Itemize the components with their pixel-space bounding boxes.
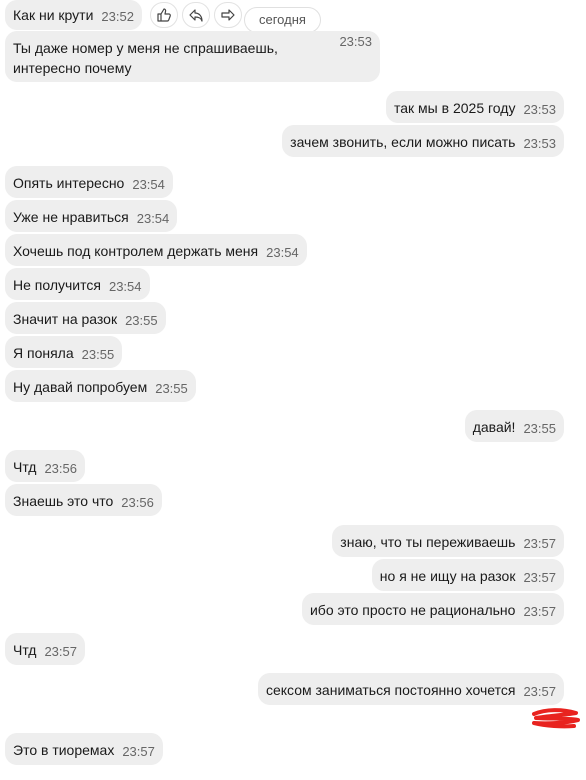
date-separator: сегодня <box>244 7 321 33</box>
reply-icon <box>189 9 203 22</box>
message-incoming[interactable]: Хочешь под контролем держать меня 23:54 <box>5 234 307 266</box>
message-time: 23:56 <box>121 495 154 510</box>
message-time: 23:54 <box>108 279 142 294</box>
message-incoming[interactable]: Ты даже номер у меня не спрашиваешь, инт… <box>5 31 380 82</box>
message-actions <box>150 2 242 28</box>
message-incoming[interactable]: Чтд 23:56 <box>5 450 85 482</box>
message-text: Я поняла <box>13 345 74 361</box>
message-incoming[interactable]: Ну давай попробуем 23:55 <box>5 370 196 402</box>
message-text: знаю, что ты переживаешь <box>340 534 516 550</box>
message-text: зачем звонить, если можно писать <box>290 134 516 150</box>
message-incoming[interactable]: Чтд 23:57 <box>5 633 85 665</box>
message-text: Ты даже номер у меня не спрашиваешь, инт… <box>13 40 278 76</box>
thumbs-up-icon <box>157 8 171 22</box>
message-incoming[interactable]: Значит на разок 23:55 <box>5 302 166 334</box>
message-outgoing[interactable]: сексом заниматься постоянно хочется 23:57 <box>257 673 564 705</box>
message-time: 23:57 <box>523 684 556 699</box>
message-time: 23:53 <box>523 136 556 151</box>
message-incoming[interactable]: Знаешь это что 23:56 <box>5 484 162 516</box>
message-incoming[interactable]: Уже не нравиться 23:54 <box>5 200 178 232</box>
message-text: давай! <box>472 419 516 435</box>
message-text: но я не ищу на разок <box>379 568 516 584</box>
message-text: так мы в 2025 году <box>394 100 516 116</box>
message-time: 23:54 <box>132 177 165 192</box>
message-outgoing[interactable]: ибо это просто не рационально 23:57 <box>301 593 564 625</box>
message-incoming[interactable]: Это в тиоремах 23:57 <box>5 733 163 765</box>
message-time: 23:57 <box>44 644 77 659</box>
message-text: Значит на разок <box>13 311 118 327</box>
message-time: 23:54 <box>136 211 170 226</box>
message-time: 23:52 <box>101 9 134 24</box>
message-time: 23:57 <box>523 604 556 619</box>
reply-button[interactable] <box>182 2 210 28</box>
message-time: 23:55 <box>125 313 158 328</box>
message-text: Опять интересно <box>13 175 125 191</box>
message-text: Это в тиоремах <box>13 742 115 758</box>
message-outgoing[interactable]: давай! 23:55 <box>464 410 564 442</box>
message-text: Чтд <box>13 459 37 475</box>
message-time: 23:57 <box>523 570 556 585</box>
message-time: 23:53 <box>339 34 372 49</box>
message-text: Хочешь под контролем держать меня <box>13 243 259 259</box>
message-incoming[interactable]: Я поняла 23:55 <box>5 336 123 368</box>
message-text: Не получится <box>13 277 101 293</box>
message-text: Как ни крути <box>13 7 94 23</box>
message-time: 23:55 <box>155 381 188 396</box>
message-text: Ну давай попробуем <box>13 379 148 395</box>
message-outgoing[interactable]: зачем звонить, если можно писать 23:53 <box>282 125 564 157</box>
message-text: Уже не нравиться <box>13 209 129 225</box>
message-time: 23:55 <box>523 421 556 436</box>
message-text: Чтд <box>13 642 37 658</box>
message-outgoing[interactable]: так мы в 2025 году 23:53 <box>386 91 564 123</box>
forward-button[interactable] <box>214 2 242 28</box>
message-time: 23:56 <box>44 461 77 476</box>
forward-icon <box>221 9 235 21</box>
message-text: ибо это просто не рационально <box>309 602 516 618</box>
message-text: Знаешь это что <box>13 493 114 509</box>
message-time: 23:57 <box>523 536 556 551</box>
message-text: сексом заниматься постоянно хочется <box>265 682 516 698</box>
like-button[interactable] <box>150 2 178 28</box>
message-time: 23:57 <box>122 744 155 759</box>
message-time: 23:55 <box>81 347 115 362</box>
chat-window: Как ни крути 23:52 сегодня Ты даже номер … <box>0 0 586 780</box>
message-incoming[interactable]: Опять интересно 23:54 <box>5 166 173 198</box>
message-incoming[interactable]: Не получится 23:54 <box>5 268 150 300</box>
message-outgoing[interactable]: знаю, что ты переживаешь 23:57 <box>332 525 564 557</box>
message-time: 23:54 <box>266 245 299 260</box>
message-incoming[interactable]: Как ни крути 23:52 <box>5 0 142 30</box>
redaction-scribble <box>532 708 580 729</box>
message-time: 23:53 <box>523 102 556 117</box>
message-outgoing[interactable]: но я не ищу на разок 23:57 <box>371 559 564 591</box>
